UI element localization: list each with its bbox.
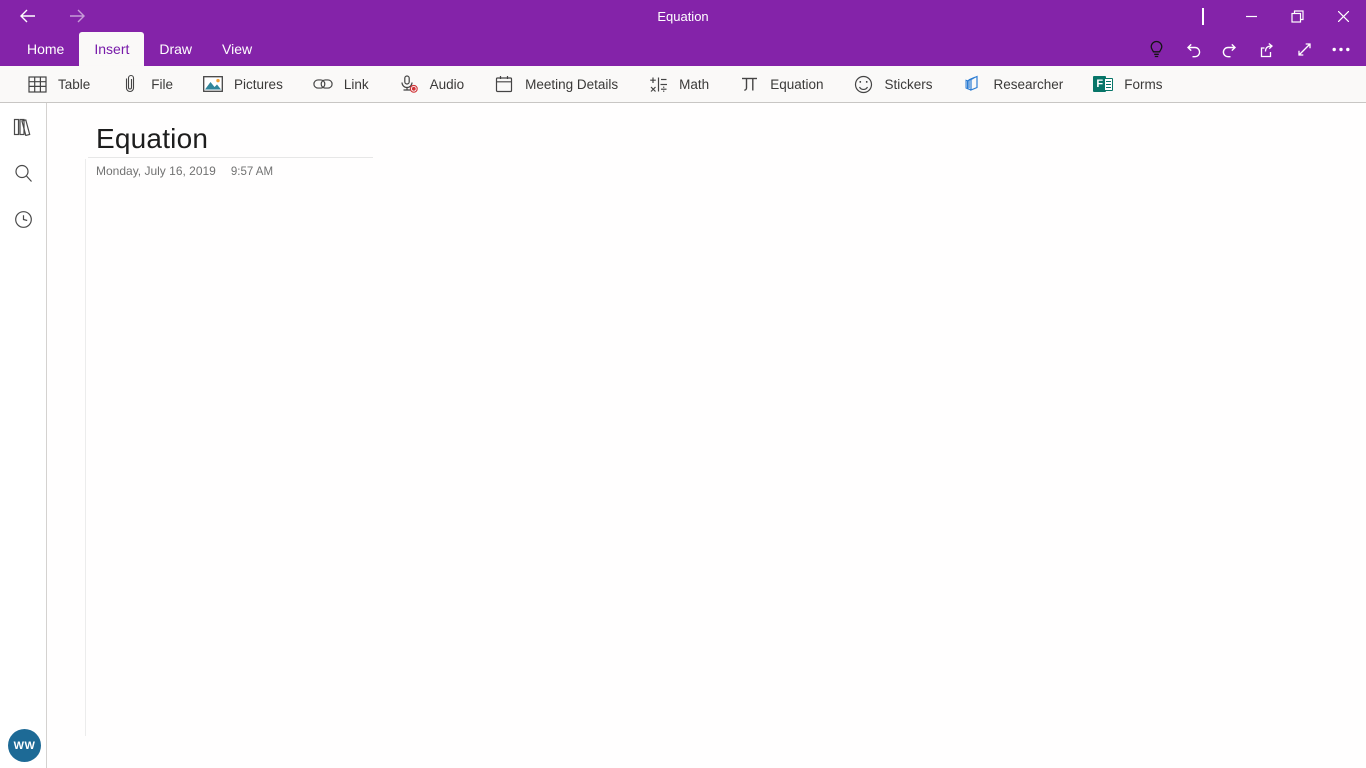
- minimize-icon: [1245, 11, 1257, 22]
- paperclip-icon: [120, 74, 140, 94]
- page-date-row: Monday, July 16, 2019 9:57 AM: [96, 164, 273, 178]
- restore-icon: [1290, 9, 1304, 23]
- table-label: Table: [58, 76, 91, 92]
- meeting-details-label: Meeting Details: [525, 76, 619, 92]
- page-time: 9:57 AM: [230, 166, 274, 178]
- tab-home[interactable]: Home: [12, 32, 79, 66]
- notebooks-button[interactable]: [11, 116, 35, 138]
- share-icon: [1258, 41, 1276, 58]
- math-icon: [648, 74, 668, 94]
- table-icon: [27, 74, 47, 94]
- tell-me-button[interactable]: [1147, 32, 1165, 66]
- close-button[interactable]: [1320, 0, 1366, 32]
- navigation-sidebar: WW: [0, 103, 47, 768]
- lightbulb-icon: [1148, 40, 1165, 59]
- search-button[interactable]: [11, 162, 35, 184]
- math-label: Math: [679, 76, 710, 92]
- stickers-button[interactable]: Stickers: [853, 74, 933, 94]
- clock-icon: [14, 210, 33, 229]
- redo-icon: [1221, 41, 1239, 58]
- audio-icon: [399, 74, 419, 94]
- link-label: Link: [343, 76, 369, 92]
- equation-pi-icon: [739, 74, 759, 94]
- file-button[interactable]: File: [120, 74, 173, 94]
- forms-label: Forms: [1124, 76, 1163, 92]
- search-icon: [14, 164, 33, 183]
- window-title: Equation: [657, 8, 709, 24]
- more-options-button[interactable]: [1332, 32, 1350, 66]
- account-avatar[interactable]: WW: [8, 729, 41, 762]
- audio-button[interactable]: Audio: [399, 74, 465, 94]
- table-button[interactable]: Table: [27, 74, 90, 94]
- link-button[interactable]: Link: [313, 74, 369, 94]
- file-label: File: [151, 76, 174, 92]
- page-date: Monday, July 16, 2019: [96, 164, 216, 178]
- forward-button[interactable]: [60, 0, 94, 32]
- back-button[interactable]: [10, 0, 44, 32]
- undo-button[interactable]: [1184, 32, 1202, 66]
- ellipsis-icon: [1332, 47, 1350, 52]
- restore-button[interactable]: [1274, 0, 1320, 32]
- page-title[interactable]: Equation: [96, 123, 208, 155]
- recent-notes-button[interactable]: [11, 208, 35, 230]
- equation-label: Equation: [770, 76, 824, 92]
- undo-icon: [1184, 41, 1202, 58]
- notebooks-icon: [13, 118, 33, 136]
- back-arrow-icon: [19, 9, 36, 23]
- insert-ribbon-toolbar: Table File Pictures Link Audio Meeting D…: [0, 66, 1366, 103]
- onenote-window: Equation Home Insert Draw View Table Fil…: [0, 0, 1366, 768]
- titlebar-divider: [1202, 7, 1204, 25]
- forms-icon: F: [1093, 74, 1114, 94]
- ribbon-tab-row: Home Insert Draw View: [0, 32, 1366, 66]
- pictures-icon: [203, 74, 223, 94]
- minimize-button[interactable]: [1228, 0, 1274, 32]
- forward-arrow-icon: [69, 9, 86, 23]
- researcher-button[interactable]: Researcher: [963, 74, 1064, 94]
- link-icon: [313, 74, 333, 94]
- researcher-books-icon: [963, 74, 983, 94]
- audio-label: Audio: [429, 76, 465, 92]
- redo-button[interactable]: [1221, 32, 1239, 66]
- meeting-details-button[interactable]: Meeting Details: [494, 74, 618, 94]
- page-title-underline: [88, 157, 373, 158]
- fullscreen-diagonal-arrow-icon: [1296, 41, 1313, 58]
- meeting-details-icon: [494, 74, 514, 94]
- equation-button[interactable]: Equation: [739, 74, 823, 94]
- tab-insert[interactable]: Insert: [79, 32, 145, 66]
- fullscreen-button[interactable]: [1295, 32, 1313, 66]
- share-button[interactable]: [1258, 32, 1276, 66]
- close-icon: [1337, 10, 1349, 22]
- stickers-label: Stickers: [884, 76, 933, 92]
- researcher-label: Researcher: [993, 76, 1064, 92]
- math-button[interactable]: Math: [648, 74, 709, 94]
- page-left-rule: [85, 159, 86, 736]
- page-canvas[interactable]: Equation Monday, July 16, 2019 9:57 AM: [47, 103, 1366, 768]
- stickers-smiley-icon: [853, 74, 873, 94]
- forms-button[interactable]: F Forms: [1093, 74, 1163, 94]
- tab-draw[interactable]: Draw: [144, 32, 207, 66]
- tab-view[interactable]: View: [207, 32, 267, 66]
- pictures-button[interactable]: Pictures: [203, 74, 283, 94]
- pictures-label: Pictures: [234, 76, 283, 92]
- titlebar: Equation: [0, 0, 1366, 32]
